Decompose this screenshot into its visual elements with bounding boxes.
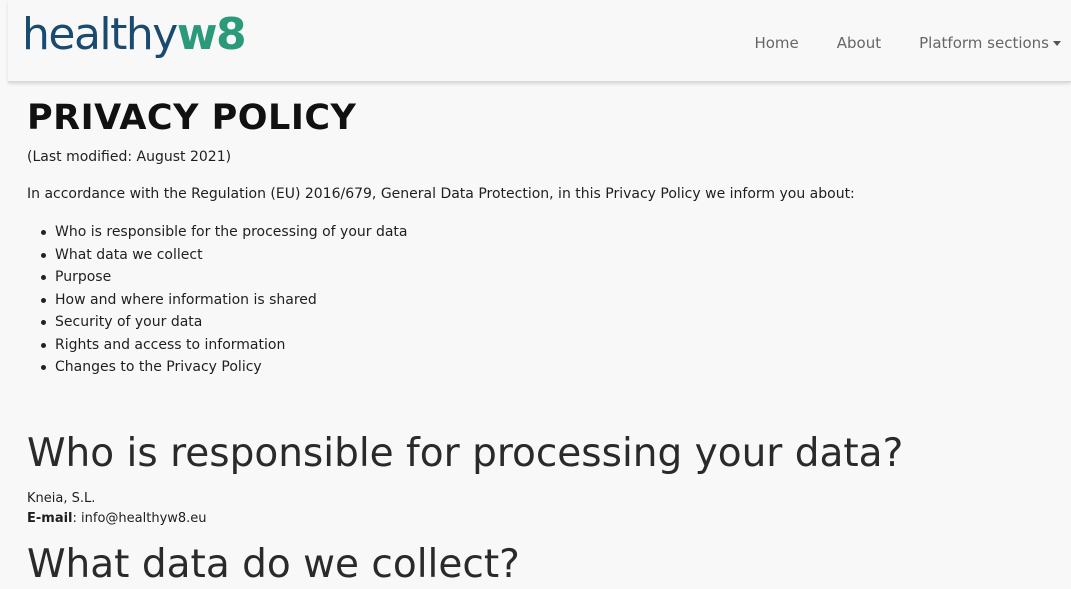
- logo-text-accent: w8: [176, 9, 247, 60]
- last-modified-text: (Last modified: August 2021): [27, 149, 232, 165]
- logo-text-main: healthy: [22, 9, 178, 60]
- nav-about-link[interactable]: About: [837, 33, 881, 53]
- section-heading-responsible: Who is responsible for processing your d…: [27, 430, 904, 476]
- email-value: info@healthyw8.eu: [81, 510, 207, 526]
- organization-name: Kneia, S.L.: [27, 490, 96, 506]
- list-item: How and where information is shared: [41, 289, 1067, 312]
- list-item: Security of your data: [41, 311, 1067, 334]
- list-item: What data we collect: [41, 244, 1067, 267]
- list-item: Changes to the Privacy Policy: [41, 356, 1067, 379]
- list-item: Purpose: [41, 266, 1067, 289]
- list-item: Rights and access to information: [41, 334, 1067, 357]
- contact-email-line: E-mail: info@healthyw8.eu: [27, 509, 1067, 529]
- platform-sections-label: Platform sections: [919, 34, 1049, 52]
- main-content: PRIVACY POLICY (Last modified: August 20…: [27, 90, 1067, 589]
- top-navbar: healthyw8 Home About Platform sections: [8, 0, 1071, 82]
- nav-home-link[interactable]: Home: [754, 33, 798, 53]
- nav-platform-sections-dropdown[interactable]: Platform sections: [919, 33, 1061, 53]
- topics-list: Who is responsible for the processing of…: [41, 221, 1067, 379]
- page-title: PRIVACY POLICY: [27, 98, 357, 138]
- intro-paragraph: In accordance with the Regulation (EU) 2…: [27, 186, 855, 202]
- email-label: E-mail: [27, 510, 73, 526]
- list-item: Who is responsible for the processing of…: [41, 221, 1067, 244]
- healthyw8-logo[interactable]: healthyw8: [22, 8, 247, 62]
- caret-down-icon: [1053, 41, 1061, 46]
- main-nav: Home About Platform sections: [716, 33, 1061, 53]
- email-separator: :: [72, 510, 82, 526]
- section-heading-data-collected: What data do we collect?: [27, 541, 520, 587]
